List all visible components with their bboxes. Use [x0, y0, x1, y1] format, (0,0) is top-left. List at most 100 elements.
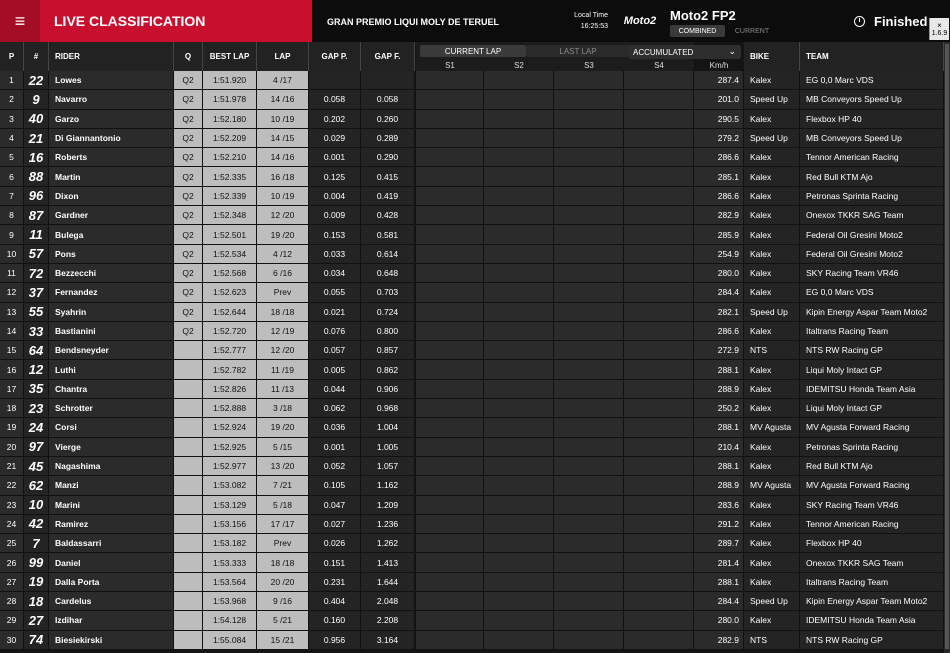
cell-gap-f: 0.415: [361, 167, 415, 187]
cell-gap-p: 0.044: [309, 379, 361, 400]
cell-lap: 18 /18: [257, 302, 309, 322]
cell-kmh: 286.6: [694, 321, 744, 342]
cell-rider: Dalla Porta: [49, 572, 174, 593]
cell-s3: [554, 321, 624, 342]
cell-team: Italtrans Racing Team: [800, 321, 944, 342]
cell-kmh: 250.2: [694, 399, 744, 419]
table-row[interactable]: 6 88 Martin Q2 1:52.335 16 /18 0.125 0.415 285.1…: [0, 167, 944, 187]
cell-gap-p: 0.009: [309, 206, 361, 226]
table-row[interactable]: 1 22 Lowes Q2 1:51.920 4 /17 287.4 Kalex EG 0,0 …: [0, 71, 944, 91]
table-row[interactable]: 16 12 Luthi 1:52.782 11 /19 0.005 0.862 288.1 Ka…: [0, 360, 944, 380]
table-row[interactable]: 27 19 Dalla Porta 1:53.564 20 /20 0.231 1.644 2…: [0, 572, 944, 593]
table-row[interactable]: 19 24 Corsi 1:52.924 19 /20 0.036 1.004 288.1 MV…: [0, 418, 944, 438]
cell-best-lap: 1:52.720: [203, 321, 257, 342]
cell-pos: 3: [0, 109, 24, 129]
col-num: #: [24, 42, 49, 71]
cell-kmh: 272.9: [694, 341, 744, 361]
table-row[interactable]: 8 87 Gardner Q2 1:52.348 12 /20 0.009 0.428 282.…: [0, 206, 944, 226]
cell-lap: 12 /19: [257, 321, 309, 342]
table-row[interactable]: 21 45 Nagashima 1:52.977 13 /20 0.052 1.057 288…: [0, 456, 944, 477]
tab-last-lap[interactable]: LAST LAP: [526, 45, 630, 57]
cell-s4: [624, 167, 694, 187]
cell-number: 22: [24, 71, 49, 91]
cell-s3: [554, 553, 624, 573]
table-row[interactable]: 4 21 Di Giannantonio Q2 1:52.209 14 /15 0.029 0…: [0, 128, 944, 149]
cell-s3: [554, 71, 624, 91]
tab-current-lap[interactable]: CURRENT LAP: [420, 45, 526, 57]
cell-lap: 11 /19: [257, 360, 309, 380]
cell-s4: [624, 514, 694, 535]
table-row[interactable]: 18 23 Schrotter 1:52.888 3 /18 0.062 0.968 250.…: [0, 399, 944, 419]
table-row[interactable]: 13 55 Syahrin Q2 1:52.644 18 /18 0.021 0.724 282…: [0, 302, 944, 322]
cell-kmh: 279.2: [694, 128, 744, 149]
cell-s3: [554, 611, 624, 631]
cell-s4: [624, 71, 694, 91]
tab-current[interactable]: CURRENT: [728, 25, 776, 37]
cell-s4: [624, 592, 694, 612]
cell-pos: 14: [0, 321, 24, 342]
cell-team: Tennor American Racing: [800, 514, 944, 535]
cell-gap-f: 1.644: [361, 572, 415, 593]
close-icon[interactable]: ×: [937, 21, 942, 30]
cell-team: MB Conveyors Speed Up: [800, 90, 944, 110]
col-s4: S4: [654, 61, 664, 70]
cell-bike: Kalex: [744, 456, 800, 477]
table-row[interactable]: 24 42 Ramirez 1:53.156 17 /17 0.027 1.236 291.2…: [0, 514, 944, 535]
table-row[interactable]: 12 37 Fernandez Q2 1:52.623 Prev 0.055 0.703 284…: [0, 283, 944, 303]
cell-number: 74: [24, 630, 49, 650]
table-row[interactable]: 3 40 Garzo Q2 1:52.180 10 /19 0.202 0.260 290.5 K…: [0, 109, 944, 129]
cell-number: 18: [24, 592, 49, 612]
table-row[interactable]: 30 74 Biesiekirski 1:55.084 15 /21 0.956 3.164…: [0, 630, 944, 650]
table-row[interactable]: 5 16 Roberts Q2 1:52.210 14 /16 0.001 0.290 286.…: [0, 148, 944, 168]
cell-s4: [624, 206, 694, 226]
cell-number: 97: [24, 437, 49, 457]
cell-pos: 20: [0, 437, 24, 457]
table-row[interactable]: 14 33 Bastianini Q2 1:52.720 12 /19 0.076 0.800…: [0, 321, 944, 342]
table-row[interactable]: 20 97 Vierge 1:52.925 5 /15 0.001 1.005 210.4 Ka…: [0, 437, 944, 457]
cell-pos: 22: [0, 476, 24, 496]
table-row[interactable]: 7 96 Dixon Q2 1:52.339 10 /19 0.004 0.419 286.6 K…: [0, 186, 944, 207]
scrollbar-thumb[interactable]: [945, 44, 949, 649]
cell-lap: 18 /18: [257, 553, 309, 573]
accumulated-dropdown[interactable]: ACCUMULATED ⌄: [629, 45, 741, 59]
cell-q: Q2: [174, 263, 203, 284]
cell-q: [174, 553, 203, 573]
menu-button[interactable]: ≡: [0, 0, 40, 42]
cell-kmh: 286.6: [694, 186, 744, 207]
table-row[interactable]: 29 27 Izdihar 1:54.128 5 /21 0.160 2.208 280.0 K…: [0, 611, 944, 631]
table-row[interactable]: 15 64 Bendsneyder 1:52.777 12 /20 0.057 0.857 2…: [0, 341, 944, 361]
cell-s2: [484, 360, 554, 380]
table-row[interactable]: 28 18 Cardelus 1:53.968 9 /16 0.404 2.048 284.4…: [0, 592, 944, 612]
tab-combined[interactable]: COMBINED: [670, 25, 725, 37]
table-row[interactable]: 2 9 Navarro Q2 1:51.978 14 /16 0.058 0.058 201.0…: [0, 90, 944, 110]
cell-lap: 14 /16: [257, 90, 309, 110]
table-row[interactable]: 26 99 Daniel 1:53.333 18 /18 0.151 1.413 281.4 K…: [0, 553, 944, 573]
table-row[interactable]: 9 11 Bulega Q2 1:52.501 19 /20 0.153 0.581 285.9…: [0, 225, 944, 245]
cell-gap-p: 0.029: [309, 128, 361, 149]
cell-best-lap: 1:52.782: [203, 360, 257, 380]
cell-gap-f: 1.005: [361, 437, 415, 457]
table-row[interactable]: 25 7 Baldassarri 1:53.182 Prev 0.026 1.262 289.…: [0, 534, 944, 554]
cell-bike: NTS: [744, 341, 800, 361]
cell-best-lap: 1:54.128: [203, 611, 257, 631]
cell-pos: 29: [0, 611, 24, 631]
col-gap-f: GAP F.: [361, 42, 415, 71]
table-row[interactable]: 11 72 Bezzecchi Q2 1:52.568 6 /16 0.034 0.648 28…: [0, 263, 944, 284]
cell-lap: 13 /20: [257, 456, 309, 477]
cell-team: EG 0,0 Marc VDS: [800, 71, 944, 91]
cell-bike: Kalex: [744, 437, 800, 457]
cell-bike: Kalex: [744, 263, 800, 284]
table-row[interactable]: 23 10 Marini 1:53.129 5 /18 0.047 1.209 283.6 Ka…: [0, 495, 944, 515]
table-row[interactable]: 10 57 Pons Q2 1:52.534 4 /12 0.033 0.614 254.9 Ka…: [0, 244, 944, 264]
cell-team: Red Bull KTM Ajo: [800, 167, 944, 187]
cell-s2: [484, 167, 554, 187]
table-row[interactable]: 17 35 Chantra 1:52.826 11 /13 0.044 0.906 288.9…: [0, 379, 944, 400]
table-row[interactable]: 22 62 Manzi 1:53.082 7 /21 0.105 1.162 288.9 MV …: [0, 476, 944, 496]
cell-team: SKY Racing Team VR46: [800, 495, 944, 515]
cell-best-lap: 1:51.920: [203, 71, 257, 91]
cell-s1: [416, 283, 484, 303]
cell-rider: Marini: [49, 495, 174, 515]
cell-s4: [624, 418, 694, 438]
cell-s3: [554, 283, 624, 303]
cell-rider: Cardelus: [49, 592, 174, 612]
